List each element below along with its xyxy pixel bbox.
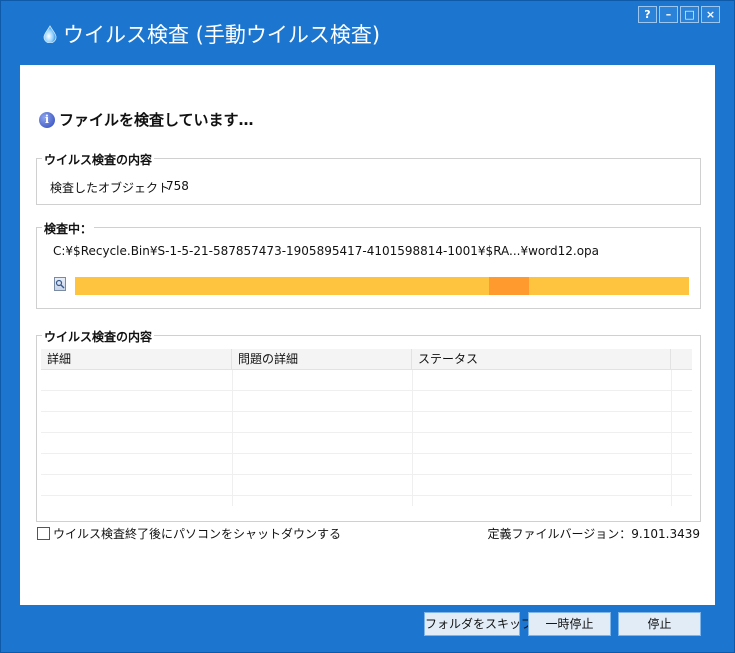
window-title: ウイルス検査 (手動ウイルス検査) <box>63 23 381 47</box>
summary-group: ウイルス検査の内容 検査したオブジェクト 758 <box>36 151 701 205</box>
table-row <box>41 412 692 433</box>
table-row <box>41 433 692 454</box>
stop-button[interactable]: 停止 <box>618 612 701 636</box>
close-button[interactable]: × <box>701 6 720 23</box>
skip-folder-button[interactable]: フォルダをスキップ <box>424 612 533 636</box>
results-table-header: 詳細 問題の詳細 ステータス <box>41 349 692 370</box>
help-button[interactable]: ? <box>638 6 657 23</box>
results-legend: ウイルス検査の内容 <box>42 328 155 345</box>
scanning-legend: 検査中： <box>42 220 95 237</box>
summary-legend: ウイルス検査の内容 <box>42 151 155 168</box>
table-row <box>41 391 692 412</box>
column-divider <box>412 370 413 506</box>
content-panel: i ファイルを検査しています… ウイルス検査の内容 検査したオブジェクト 758… <box>20 65 715 605</box>
column-header-status[interactable]: ステータス <box>412 349 671 370</box>
minimize-button[interactable]: – <box>659 6 678 23</box>
document-magnifier-icon <box>54 277 66 291</box>
column-header-details[interactable]: 詳細 <box>41 349 232 370</box>
status-heading: i ファイルを検査しています… <box>39 109 254 130</box>
column-header-problem-details[interactable]: 問題の詳細 <box>232 349 412 370</box>
info-icon: i <box>39 111 55 128</box>
magnifier-glyph <box>55 279 65 289</box>
objects-scanned-label: 検査したオブジェクト <box>50 181 171 195</box>
title-bar: ウイルス検査 (手動ウイルス検査) ? – □ × <box>1 1 734 63</box>
scan-progress-indicator <box>489 277 530 295</box>
status-heading-text: ファイルを検査しています… <box>59 111 254 129</box>
objects-scanned-value: 758 <box>166 179 189 193</box>
results-group: ウイルス検査の内容 詳細 問題の詳細 ステータス <box>36 328 701 522</box>
maximize-button[interactable]: □ <box>680 6 699 23</box>
droplet-icon <box>43 25 57 43</box>
current-file-path: C:¥$Recycle.Bin¥S-1-5-21-587857473-19058… <box>53 244 600 258</box>
column-divider <box>671 370 672 506</box>
definition-version: 定義ファイルバージョン：9.101.3439 <box>487 527 700 541</box>
window-controls: ? – □ × <box>638 6 720 23</box>
results-table[interactable]: 詳細 問題の詳細 ステータス <box>41 349 692 506</box>
table-row <box>41 370 692 391</box>
shutdown-checkbox-label[interactable]: ウイルス検査終了後にパソコンをシャットダウンする <box>53 525 341 542</box>
scanning-group: 検査中： C:¥$Recycle.Bin¥S-1-5-21-587857473-… <box>36 220 701 309</box>
scan-progress-bar <box>75 277 689 295</box>
table-row <box>41 454 692 475</box>
scan-window: ウイルス検査 (手動ウイルス検査) ? – □ × i ファイルを検査しています… <box>0 0 735 653</box>
column-header-spacer <box>671 349 692 370</box>
table-row <box>41 475 692 496</box>
pause-button[interactable]: 一時停止 <box>528 612 611 636</box>
shutdown-option[interactable]: ウイルス検査終了後にパソコンをシャットダウンする <box>37 525 341 542</box>
shutdown-checkbox[interactable] <box>37 527 50 540</box>
column-divider <box>232 370 233 506</box>
